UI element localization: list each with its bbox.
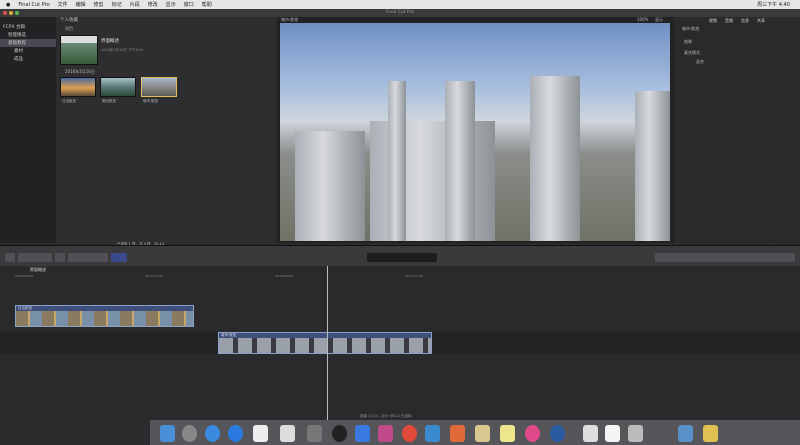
minimize-button[interactable] <box>9 11 13 15</box>
timeline-footer: 选择 15:14 - 总计 58:22 已选择 <box>360 414 412 418</box>
launchpad-icon[interactable] <box>182 425 197 442</box>
project-meta: 2016年3月16日 下午4:00 <box>101 48 144 52</box>
menu-help[interactable]: 帮助 <box>202 1 212 8</box>
window-title: Final Cut Pro <box>385 10 415 15</box>
finder-icon[interactable] <box>160 425 175 442</box>
ruler-tick: 00:00:00:00 <box>15 274 34 278</box>
tab-audio[interactable]: 音频 <box>725 18 733 24</box>
timecode-display <box>367 253 437 262</box>
tab-share[interactable]: 共享 <box>757 18 765 24</box>
clip-name: 湖泊航拍 <box>102 99 116 103</box>
itunes-icon[interactable] <box>525 425 540 442</box>
tab-info[interactable]: 信息 <box>741 18 749 24</box>
final-cut-pro-icon[interactable] <box>378 425 393 442</box>
ruler-tick: 00:00:30:00 <box>405 274 424 278</box>
select-tool-button[interactable] <box>111 253 127 262</box>
library-item[interactable]: 成品 <box>0 55 56 63</box>
app-icon[interactable] <box>550 425 565 442</box>
menu-trim[interactable]: 修剪 <box>94 1 104 8</box>
tab-video[interactable]: 视频 <box>709 18 717 24</box>
xmind-icon[interactable] <box>450 425 465 442</box>
building <box>530 76 580 241</box>
safari-icon[interactable] <box>205 425 220 442</box>
ruler-tick: 00:00:20:00 <box>275 274 294 278</box>
view-controls[interactable] <box>655 253 795 262</box>
trash-icon[interactable] <box>628 425 643 442</box>
timeline-clip[interactable]: 日出航拍 <box>15 305 194 327</box>
building <box>295 131 365 241</box>
menu-clip[interactable]: 片段 <box>130 1 140 8</box>
menu-edit[interactable]: 编辑 <box>76 1 86 8</box>
timeline-project-name: 界面概述 <box>30 267 46 272</box>
playhead[interactable] <box>327 266 328 420</box>
zoom-button[interactable] <box>15 11 19 15</box>
app-icon[interactable] <box>355 425 370 442</box>
group-header[interactable]: 2016年3月16日 <box>65 69 95 75</box>
browser-title: 个人收藏 <box>60 18 78 23</box>
preview-icon[interactable] <box>475 425 490 442</box>
timeline: 界面概述 00:00:00:00 00:00:10:00 00:00:20:00… <box>0 266 800 420</box>
app-icon[interactable] <box>425 425 440 442</box>
building <box>388 81 406 241</box>
menu-mark[interactable]: 标记 <box>112 1 122 8</box>
tool-button[interactable] <box>55 253 65 262</box>
document-icon[interactable] <box>583 425 598 442</box>
calendar-icon[interactable] <box>253 425 268 442</box>
import-button[interactable] <box>5 253 15 262</box>
stickies-icon[interactable] <box>500 425 515 442</box>
video-frame <box>280 23 670 241</box>
library-item[interactable]: 素材 <box>0 47 56 55</box>
apple-icon[interactable]: ● <box>6 2 10 8</box>
clip-name: 日出航拍 <box>62 99 76 103</box>
edit-buttons[interactable] <box>18 253 52 262</box>
timeline-toolbar <box>0 245 800 266</box>
drive-icon[interactable] <box>703 425 718 442</box>
menu-view[interactable]: 显示 <box>166 1 176 8</box>
event-browser: 个人收藏 项目 界面概述 2016年3月16日 下午4:00 2016年3月16… <box>57 17 275 246</box>
library-item[interactable]: 基础教程 <box>0 39 56 47</box>
notes-icon[interactable] <box>280 425 295 442</box>
library-item[interactable]: FCPX 合辑 <box>0 23 56 31</box>
app-store-icon[interactable] <box>228 425 243 442</box>
dock <box>150 420 800 445</box>
library-sidebar: FCPX 合辑 智能精选 基础教程 素材 成品 <box>0 17 56 243</box>
clip-thumbnail[interactable] <box>100 77 136 97</box>
clip-name: 城市·航拍 <box>143 99 159 103</box>
group-header[interactable]: 项目 <box>65 26 73 32</box>
menu-app[interactable]: Final Cut Pro <box>18 2 49 8</box>
menu-file[interactable]: 文件 <box>58 1 68 8</box>
effects-row[interactable]: 效果 <box>684 39 692 45</box>
viewer-zoom[interactable]: 100% <box>637 17 648 22</box>
timeline-clip[interactable]: 城市·航拍 <box>218 332 432 354</box>
qq-icon[interactable] <box>332 425 347 442</box>
menu-status: 周三下午 4:40 <box>757 2 790 8</box>
inspector: 视频 音频 信息 共享 城市·航拍 效果 复合模式 混合 存储效果预置 <box>676 17 800 249</box>
menu-window[interactable]: 窗口 <box>184 1 194 8</box>
menu-bar: ● Final Cut Pro 文件 编辑 修剪 标记 片段 修改 显示 窗口 … <box>0 0 800 9</box>
blend-mode-label: 复合模式 <box>684 50 700 55</box>
ruler-tick: 00:00:10:00 <box>145 274 164 278</box>
chrome-icon[interactable] <box>402 425 417 442</box>
clip-thumbnail[interactable] <box>60 77 96 97</box>
viewer: 城市·航拍 100% 显示 <box>277 17 674 243</box>
document-icon[interactable] <box>605 425 620 442</box>
project-name: 界面概述 <box>101 39 119 44</box>
clip-thumbnail-selected[interactable] <box>141 77 177 97</box>
folder-icon[interactable] <box>678 425 693 442</box>
window-titlebar: Final Cut Pro <box>0 9 800 17</box>
building <box>635 91 670 241</box>
project-thumbnail[interactable] <box>60 35 98 65</box>
clip-tools[interactable] <box>68 253 108 262</box>
library-item[interactable]: 智能精选 <box>0 31 56 39</box>
close-button[interactable] <box>3 11 7 15</box>
system-preferences-icon[interactable] <box>307 425 322 442</box>
blend-value[interactable]: 混合 <box>696 59 704 65</box>
inspector-title: 城市·航拍 <box>682 26 700 31</box>
building <box>445 81 475 241</box>
menu-modify[interactable]: 修改 <box>148 1 158 8</box>
